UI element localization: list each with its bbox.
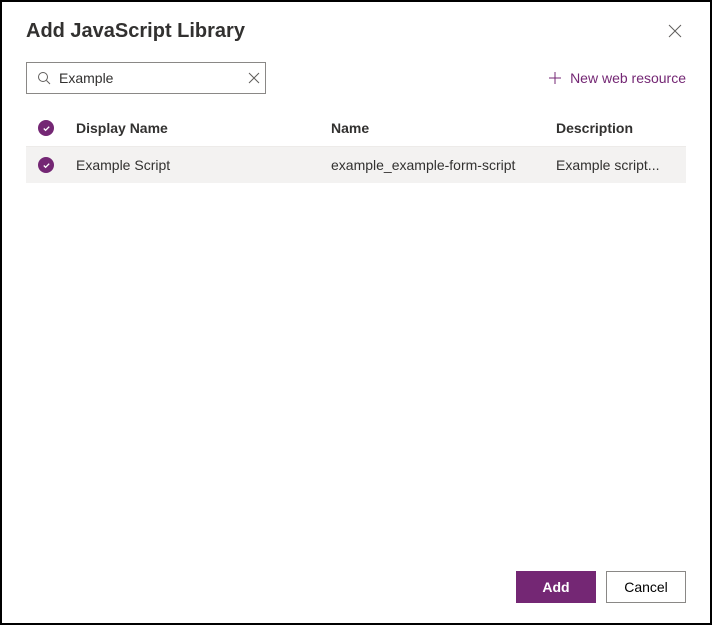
new-web-resource-label: New web resource [570,70,686,86]
check-circle-icon [38,120,54,136]
table-row[interactable]: Example Script example_example-form-scri… [26,147,686,183]
add-button[interactable]: Add [516,571,596,603]
plus-icon [548,71,562,85]
clear-icon[interactable] [248,72,260,84]
cell-name: example_example-form-script [331,157,556,173]
cell-display-name: Example Script [66,157,331,173]
dialog-footer: Add Cancel [2,551,710,623]
select-all-checkbox[interactable] [26,120,66,136]
cancel-button[interactable]: Cancel [606,571,686,603]
row-checkbox[interactable] [26,157,66,173]
column-header-display-name[interactable]: Display Name [66,120,331,136]
check-circle-icon [38,157,54,173]
cell-description: Example script... [556,157,686,173]
table: Display Name Name Description Example Sc… [2,110,710,551]
column-header-name[interactable]: Name [331,120,556,136]
toolbar: New web resource [2,54,710,110]
close-button[interactable] [664,20,686,46]
new-web-resource-button[interactable]: New web resource [548,70,686,86]
search-box[interactable] [26,62,266,94]
column-header-description[interactable]: Description [556,120,686,136]
search-input[interactable] [59,70,240,86]
dialog-header: Add JavaScript Library [2,2,710,54]
close-icon [668,24,682,38]
dialog-title: Add JavaScript Library [26,20,245,43]
search-icon [37,71,51,85]
table-header-row: Display Name Name Description [26,110,686,147]
